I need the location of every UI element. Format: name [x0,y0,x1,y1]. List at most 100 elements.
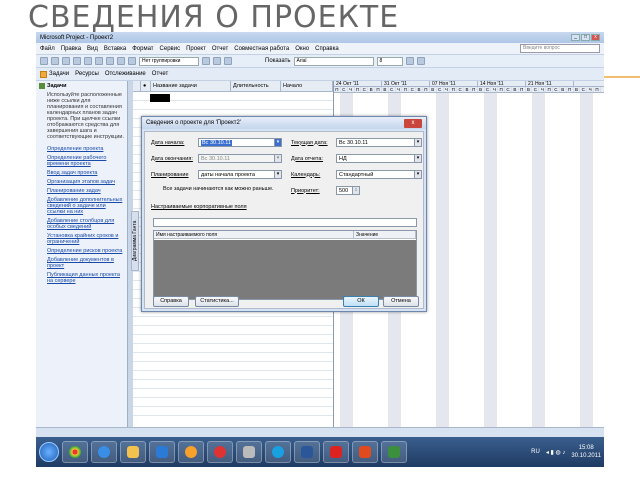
taskbar-word[interactable] [294,441,320,463]
undo-icon[interactable] [117,57,125,65]
report-button[interactable]: Отчет [152,71,168,77]
day-label: В [464,87,471,92]
taskbar-player[interactable] [149,441,175,463]
dialog-close-button[interactable]: x [404,118,422,128]
status-date-row: Дата отчета: НД ▾ [291,154,422,163]
cut-icon[interactable] [84,57,92,65]
priority-spinner[interactable]: 500 ↕ [336,186,360,195]
task-link[interactable]: Определение проекта [47,146,124,152]
custom-field-edit[interactable] [153,218,417,227]
bold-icon[interactable] [405,57,414,65]
day-label: П [519,87,526,92]
status-date-value: НД [339,155,347,162]
size-select[interactable]: 8 [376,56,403,66]
grouping-select[interactable]: Нет группировки [139,56,199,66]
end-date-field[interactable]: Вс 30.10.11 ▾ [198,154,282,163]
task-link[interactable]: Определение рисков проекта [47,248,124,254]
help-search-input[interactable]: Введите вопрос [520,44,600,53]
start-date-field[interactable]: Вс 30.10.11 ▾ [198,138,282,147]
menu-report[interactable]: Отчет [212,46,228,52]
dropdown-icon[interactable]: ▾ [414,171,421,178]
task-link[interactable]: Определение рабочего времени проекта [47,155,124,167]
menu-edit[interactable]: Правка [61,46,81,52]
day-label: П [402,87,410,92]
selected-cell[interactable] [150,94,170,102]
menu-window[interactable]: Окно [295,46,309,52]
col-duration[interactable]: Длительность [231,81,281,91]
taskbar-ie[interactable] [91,441,117,463]
taskbar-opera[interactable] [207,441,233,463]
cancel-button[interactable]: Отмена [383,296,419,307]
resources-button[interactable]: Ресурсы [75,71,99,77]
spinner-icon[interactable]: ↕ [352,187,359,194]
new-icon[interactable] [40,57,48,65]
tray-icons[interactable]: ◂ ▮ ◍ ♪ [546,449,566,456]
help-button[interactable]: Справка [153,296,189,307]
taskbar-chrome[interactable] [62,441,88,463]
taskbar-app[interactable] [178,441,204,463]
task-link[interactable]: Организация этапов задач [47,179,124,185]
menu-project[interactable]: Проект [186,46,206,52]
copy-icon[interactable] [95,57,103,65]
col-start[interactable]: Начало [281,81,333,91]
task-pane-icon [39,83,45,89]
tracking-button[interactable]: Отслеживание [105,71,146,77]
minimize-button[interactable]: _ [571,34,580,41]
current-date-field[interactable]: Вс 30.10.11 ▾ [336,138,422,147]
italic-icon[interactable] [416,57,425,65]
font-select[interactable]: Arial [293,56,374,66]
task-link[interactable]: Добавление столбцов для особых сведений [47,218,124,230]
task-link[interactable]: Установка крайних сроков и ограничений [47,233,124,245]
clock[interactable]: 15:08 30.10.2011 [571,444,601,460]
dropdown-icon[interactable]: ▾ [414,139,421,146]
menu-format[interactable]: Формат [132,46,153,52]
zoom-icon[interactable] [202,57,210,65]
schedule-from-select[interactable]: даты начала проекта ▾ [198,170,282,179]
task-link[interactable]: Публикация данных проекта на сервере [47,272,124,284]
link-icon[interactable] [128,57,136,65]
info-icon[interactable] [224,57,232,65]
menu-view[interactable]: Вид [87,46,98,52]
show-menu[interactable]: Показать [265,58,291,64]
print-icon[interactable] [73,57,81,65]
menu-collaborate[interactable]: Совместная работа [234,46,289,52]
close-button[interactable]: x [591,34,600,41]
ok-button[interactable]: ОК [343,296,379,307]
open-icon[interactable] [51,57,59,65]
tasks-button[interactable]: Задачи [40,70,69,78]
calendar-select[interactable]: Стандартный ▾ [336,170,422,179]
dropdown-icon[interactable]: ▾ [274,171,281,178]
taskbar-mail[interactable] [236,441,262,463]
task-link[interactable]: Добавление дополнительных сведений о зад… [47,197,124,215]
taskbar-explorer[interactable] [120,441,146,463]
start-button[interactable] [39,442,59,462]
taskbar-office[interactable] [352,441,378,463]
col-task-name[interactable]: Название задачи [151,81,231,91]
current-date-row: Текущая дата: Вс 30.10.11 ▾ [291,138,422,147]
task-link[interactable]: Добавление документов в проект [47,257,124,269]
taskbar-project[interactable] [381,441,407,463]
menu-insert[interactable]: Вставка [104,46,126,52]
menu-file[interactable]: Файл [40,46,55,52]
menu-tools[interactable]: Сервис [160,46,181,52]
row-selector[interactable] [133,81,141,91]
taskbar-skype[interactable] [265,441,291,463]
dropdown-icon[interactable]: ▾ [274,139,281,146]
menu-help[interactable]: Справка [315,46,339,52]
save-icon[interactable] [62,57,70,65]
info-column-icon: ● [141,81,151,91]
gantt-icon[interactable] [213,57,221,65]
language-indicator[interactable]: RU [531,449,540,455]
task-pane-header: Задачи [39,83,124,89]
maximize-button[interactable]: □ [581,34,590,41]
paste-icon[interactable] [106,57,114,65]
dialog-title: Сведения о проекте для 'Проект2' [146,120,242,126]
status-date-field[interactable]: НД ▾ [336,154,422,163]
dropdown-icon[interactable]: ▾ [414,155,421,162]
view-bar-label[interactable]: Диаграмма Ганта [131,211,139,271]
task-link[interactable]: Планирование задач [47,188,124,194]
statistics-button[interactable]: Статистика... [195,296,239,307]
dropdown-icon[interactable]: ▾ [274,155,281,162]
taskbar-pdf[interactable] [323,441,349,463]
task-link[interactable]: Ввод задач проекта [47,170,124,176]
